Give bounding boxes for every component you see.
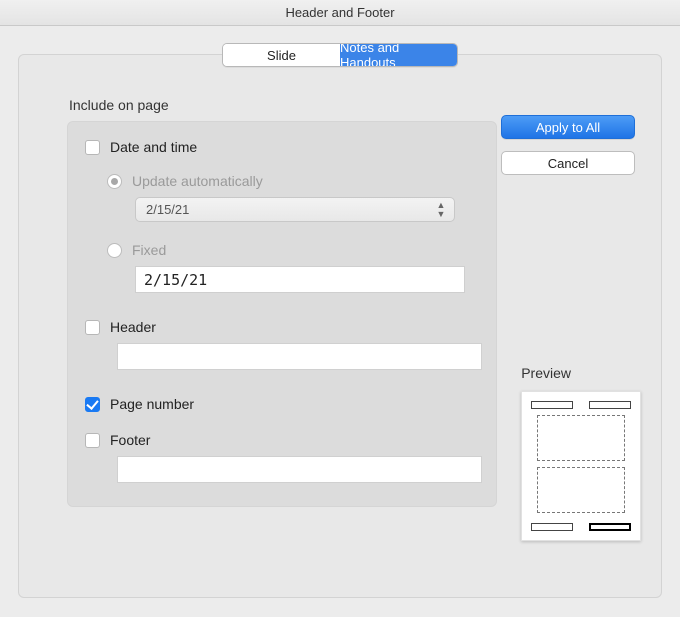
action-buttons: Apply to All Cancel	[501, 115, 641, 187]
header-input[interactable]	[117, 343, 482, 370]
date-time-checkbox[interactable]	[85, 140, 100, 155]
preview-thumbnail	[521, 391, 641, 541]
preview-label: Preview	[521, 365, 571, 381]
update-auto-row[interactable]: Update automatically	[107, 173, 479, 189]
fixed-radio[interactable]	[107, 243, 122, 258]
fixed-label: Fixed	[132, 242, 166, 258]
date-format-value: 2/15/21	[146, 202, 189, 217]
footer-input[interactable]	[117, 456, 482, 483]
header-row[interactable]: Header	[85, 319, 479, 335]
fixed-row[interactable]: Fixed	[107, 242, 479, 258]
options-group: Date and time Update automatically 2/15/…	[67, 121, 497, 507]
window-title: Header and Footer	[0, 0, 680, 26]
fixed-date-input[interactable]: 2/15/21	[135, 266, 465, 293]
page-number-label: Page number	[110, 396, 194, 412]
tab-slide[interactable]: Slide	[223, 44, 340, 66]
section-label-include: Include on page	[69, 97, 643, 113]
header-checkbox[interactable]	[85, 320, 100, 335]
footer-checkbox[interactable]	[85, 433, 100, 448]
date-format-select[interactable]: 2/15/21 ▲▼	[135, 197, 455, 222]
apply-to-all-button[interactable]: Apply to All	[501, 115, 635, 139]
update-auto-label: Update automatically	[132, 173, 263, 189]
date-time-row[interactable]: Date and time	[85, 139, 479, 155]
header-label: Header	[110, 319, 156, 335]
page-number-checkbox[interactable]	[85, 397, 100, 412]
chevron-updown-icon: ▲▼	[434, 201, 448, 218]
footer-label: Footer	[110, 432, 150, 448]
date-time-label: Date and time	[110, 139, 197, 155]
tab-bar: Slide Notes and Handouts	[222, 43, 458, 67]
footer-row[interactable]: Footer	[85, 432, 479, 448]
cancel-button[interactable]: Cancel	[501, 151, 635, 175]
tab-notes-handouts[interactable]: Notes and Handouts	[340, 44, 457, 66]
dialog-panel: Slide Notes and Handouts Include on page…	[18, 54, 662, 598]
page-number-row[interactable]: Page number	[85, 396, 479, 412]
update-auto-radio[interactable]	[107, 174, 122, 189]
